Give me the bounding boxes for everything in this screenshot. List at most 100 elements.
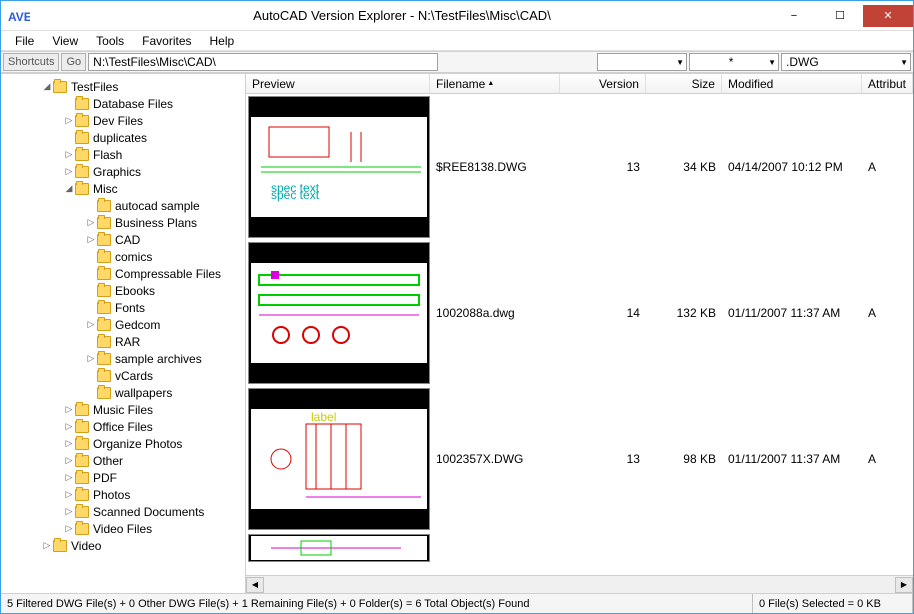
tree-item[interactable]: ▷Scanned Documents bbox=[1, 503, 245, 520]
expand-icon[interactable]: ▷ bbox=[63, 404, 75, 415]
expand-icon[interactable]: ▷ bbox=[41, 540, 53, 551]
expand-icon[interactable]: ▷ bbox=[63, 438, 75, 449]
expand-icon[interactable]: ▷ bbox=[63, 166, 75, 177]
tree-item[interactable]: comics bbox=[1, 248, 245, 265]
scroll-left-button[interactable]: ◀ bbox=[246, 577, 264, 593]
folder-icon bbox=[75, 132, 89, 144]
folder-icon bbox=[97, 387, 111, 399]
tree-item[interactable]: ▷Video bbox=[1, 537, 245, 554]
filter-dropdown-1[interactable]: ▼ bbox=[597, 53, 687, 71]
scroll-right-button[interactable]: ▶ bbox=[895, 577, 913, 593]
tree-item[interactable]: Ebooks bbox=[1, 282, 245, 299]
cell-size: 34 KB bbox=[646, 158, 722, 176]
tree-item[interactable]: ▷Photos bbox=[1, 486, 245, 503]
expand-icon[interactable]: ▷ bbox=[63, 489, 75, 500]
menu-file[interactable]: File bbox=[7, 32, 42, 50]
main-area: ◢TestFilesDatabase Files▷Dev Files duplic… bbox=[1, 73, 913, 593]
file-row[interactable] bbox=[246, 532, 913, 564]
expand-icon[interactable]: ▷ bbox=[63, 506, 75, 517]
menu-favorites[interactable]: Favorites bbox=[134, 32, 199, 50]
tree-item[interactable]: ▷Business Plans bbox=[1, 214, 245, 231]
expand-icon[interactable]: ▷ bbox=[63, 523, 75, 534]
tree-item[interactable]: RAR bbox=[1, 333, 245, 350]
tree-item[interactable]: Database Files bbox=[1, 95, 245, 112]
expand-icon[interactable]: ◢ bbox=[63, 183, 75, 194]
tree-item[interactable]: vCards bbox=[1, 367, 245, 384]
maximize-button[interactable]: ☐ bbox=[817, 5, 863, 27]
horizontal-scrollbar[interactable]: ◀ ▶ bbox=[246, 575, 913, 593]
col-preview[interactable]: Preview bbox=[246, 74, 430, 93]
col-filename[interactable]: Filename▲ bbox=[430, 74, 560, 93]
expand-icon[interactable]: ▷ bbox=[63, 421, 75, 432]
status-right: 0 File(s) Selected = 0 KB bbox=[753, 594, 913, 613]
tree-item[interactable]: ▷Graphics bbox=[1, 163, 245, 180]
folder-icon bbox=[75, 166, 89, 178]
svg-text:AVE: AVE bbox=[8, 10, 30, 24]
col-modified[interactable]: Modified bbox=[722, 74, 862, 93]
folder-icon bbox=[97, 370, 111, 382]
chevron-down-icon: ▼ bbox=[676, 58, 684, 67]
tree-item[interactable]: ◢Misc bbox=[1, 180, 245, 197]
menu-view[interactable]: View bbox=[44, 32, 86, 50]
tree-item[interactable]: ▷Gedcom bbox=[1, 316, 245, 333]
tree-item[interactable]: autocad sample bbox=[1, 197, 245, 214]
tree-item[interactable]: ▷ Organize Photos bbox=[1, 435, 245, 452]
expand-icon[interactable]: ▷ bbox=[85, 353, 97, 364]
tree-item[interactable]: Compressable Files bbox=[1, 265, 245, 282]
extension-dropdown[interactable]: .DWG▼ bbox=[781, 53, 911, 71]
filter-dropdown-2[interactable]: *▼ bbox=[689, 53, 779, 71]
tree-item[interactable]: ▷sample archives bbox=[1, 350, 245, 367]
path-input[interactable] bbox=[88, 53, 438, 71]
tree-item[interactable]: ▷Other bbox=[1, 452, 245, 469]
tree-label: Organize Photos bbox=[93, 437, 182, 451]
col-size[interactable]: Size bbox=[646, 74, 722, 93]
file-row[interactable]: spec textspec text$REE8138.DWG1334 KB04/… bbox=[246, 94, 913, 240]
tree-item[interactable]: ▷Music Files bbox=[1, 401, 245, 418]
tree-item[interactable]: ▷Dev Files bbox=[1, 112, 245, 129]
folder-icon bbox=[75, 523, 89, 535]
minimize-button[interactable]: − bbox=[771, 5, 817, 27]
tree-item[interactable]: ▷Video Files bbox=[1, 520, 245, 537]
titlebar: AVE AutoCAD Version Explorer - N:\TestFi… bbox=[1, 1, 913, 31]
tree-label: Ebooks bbox=[115, 284, 155, 298]
col-version[interactable]: Version bbox=[560, 74, 646, 93]
tree-item[interactable]: ▷Office Files bbox=[1, 418, 245, 435]
folder-tree[interactable]: ◢TestFilesDatabase Files▷Dev Files duplic… bbox=[1, 74, 246, 593]
cell-version: 13 bbox=[560, 450, 646, 468]
statusbar: 5 Filtered DWG File(s) + 0 Other DWG Fil… bbox=[1, 593, 913, 613]
expand-icon[interactable]: ▷ bbox=[85, 217, 97, 228]
tree-item[interactable]: wallpapers bbox=[1, 384, 245, 401]
expand-icon[interactable]: ▷ bbox=[85, 234, 97, 245]
preview-thumbnail bbox=[248, 242, 430, 384]
folder-icon bbox=[75, 404, 89, 416]
expand-icon[interactable]: ◢ bbox=[41, 81, 53, 92]
tree-label: duplicates bbox=[93, 131, 147, 145]
list-body[interactable]: spec textspec text$REE8138.DWG1334 KB04/… bbox=[246, 94, 913, 575]
tree-item[interactable]: ▷CAD bbox=[1, 231, 245, 248]
tree-item[interactable]: Fonts bbox=[1, 299, 245, 316]
folder-icon bbox=[75, 472, 89, 484]
folder-icon bbox=[53, 540, 67, 552]
expand-icon[interactable]: ▷ bbox=[63, 455, 75, 466]
shortcuts-button[interactable]: Shortcuts bbox=[3, 53, 59, 71]
chevron-down-icon: ▼ bbox=[900, 58, 908, 67]
svg-text:spec text: spec text bbox=[271, 188, 320, 202]
tree-item[interactable]: ▷ Flash bbox=[1, 146, 245, 163]
tree-item[interactable]: duplicates bbox=[1, 129, 245, 146]
file-row[interactable]: label1002357X.DWG1398 KB01/11/2007 11:37… bbox=[246, 386, 913, 532]
expand-icon[interactable]: ▷ bbox=[63, 472, 75, 483]
file-row[interactable]: 1002088a.dwg14132 KB01/11/2007 11:37 AMA bbox=[246, 240, 913, 386]
expand-icon[interactable]: ▷ bbox=[85, 319, 97, 330]
tree-label: Flash bbox=[93, 148, 122, 162]
tree-item[interactable]: ▷PDF bbox=[1, 469, 245, 486]
folder-icon bbox=[75, 421, 89, 433]
tree-item[interactable]: ◢TestFiles bbox=[1, 78, 245, 95]
cell-modified: 04/14/2007 10:12 PM bbox=[722, 158, 862, 176]
expand-icon[interactable]: ▷ bbox=[63, 115, 75, 126]
col-attributes[interactable]: Attribut bbox=[862, 74, 913, 93]
menu-tools[interactable]: Tools bbox=[88, 32, 132, 50]
go-button[interactable]: Go bbox=[61, 53, 86, 71]
menu-help[interactable]: Help bbox=[202, 32, 243, 50]
close-button[interactable]: ✕ bbox=[863, 5, 913, 27]
expand-icon[interactable]: ▷ bbox=[63, 149, 75, 160]
